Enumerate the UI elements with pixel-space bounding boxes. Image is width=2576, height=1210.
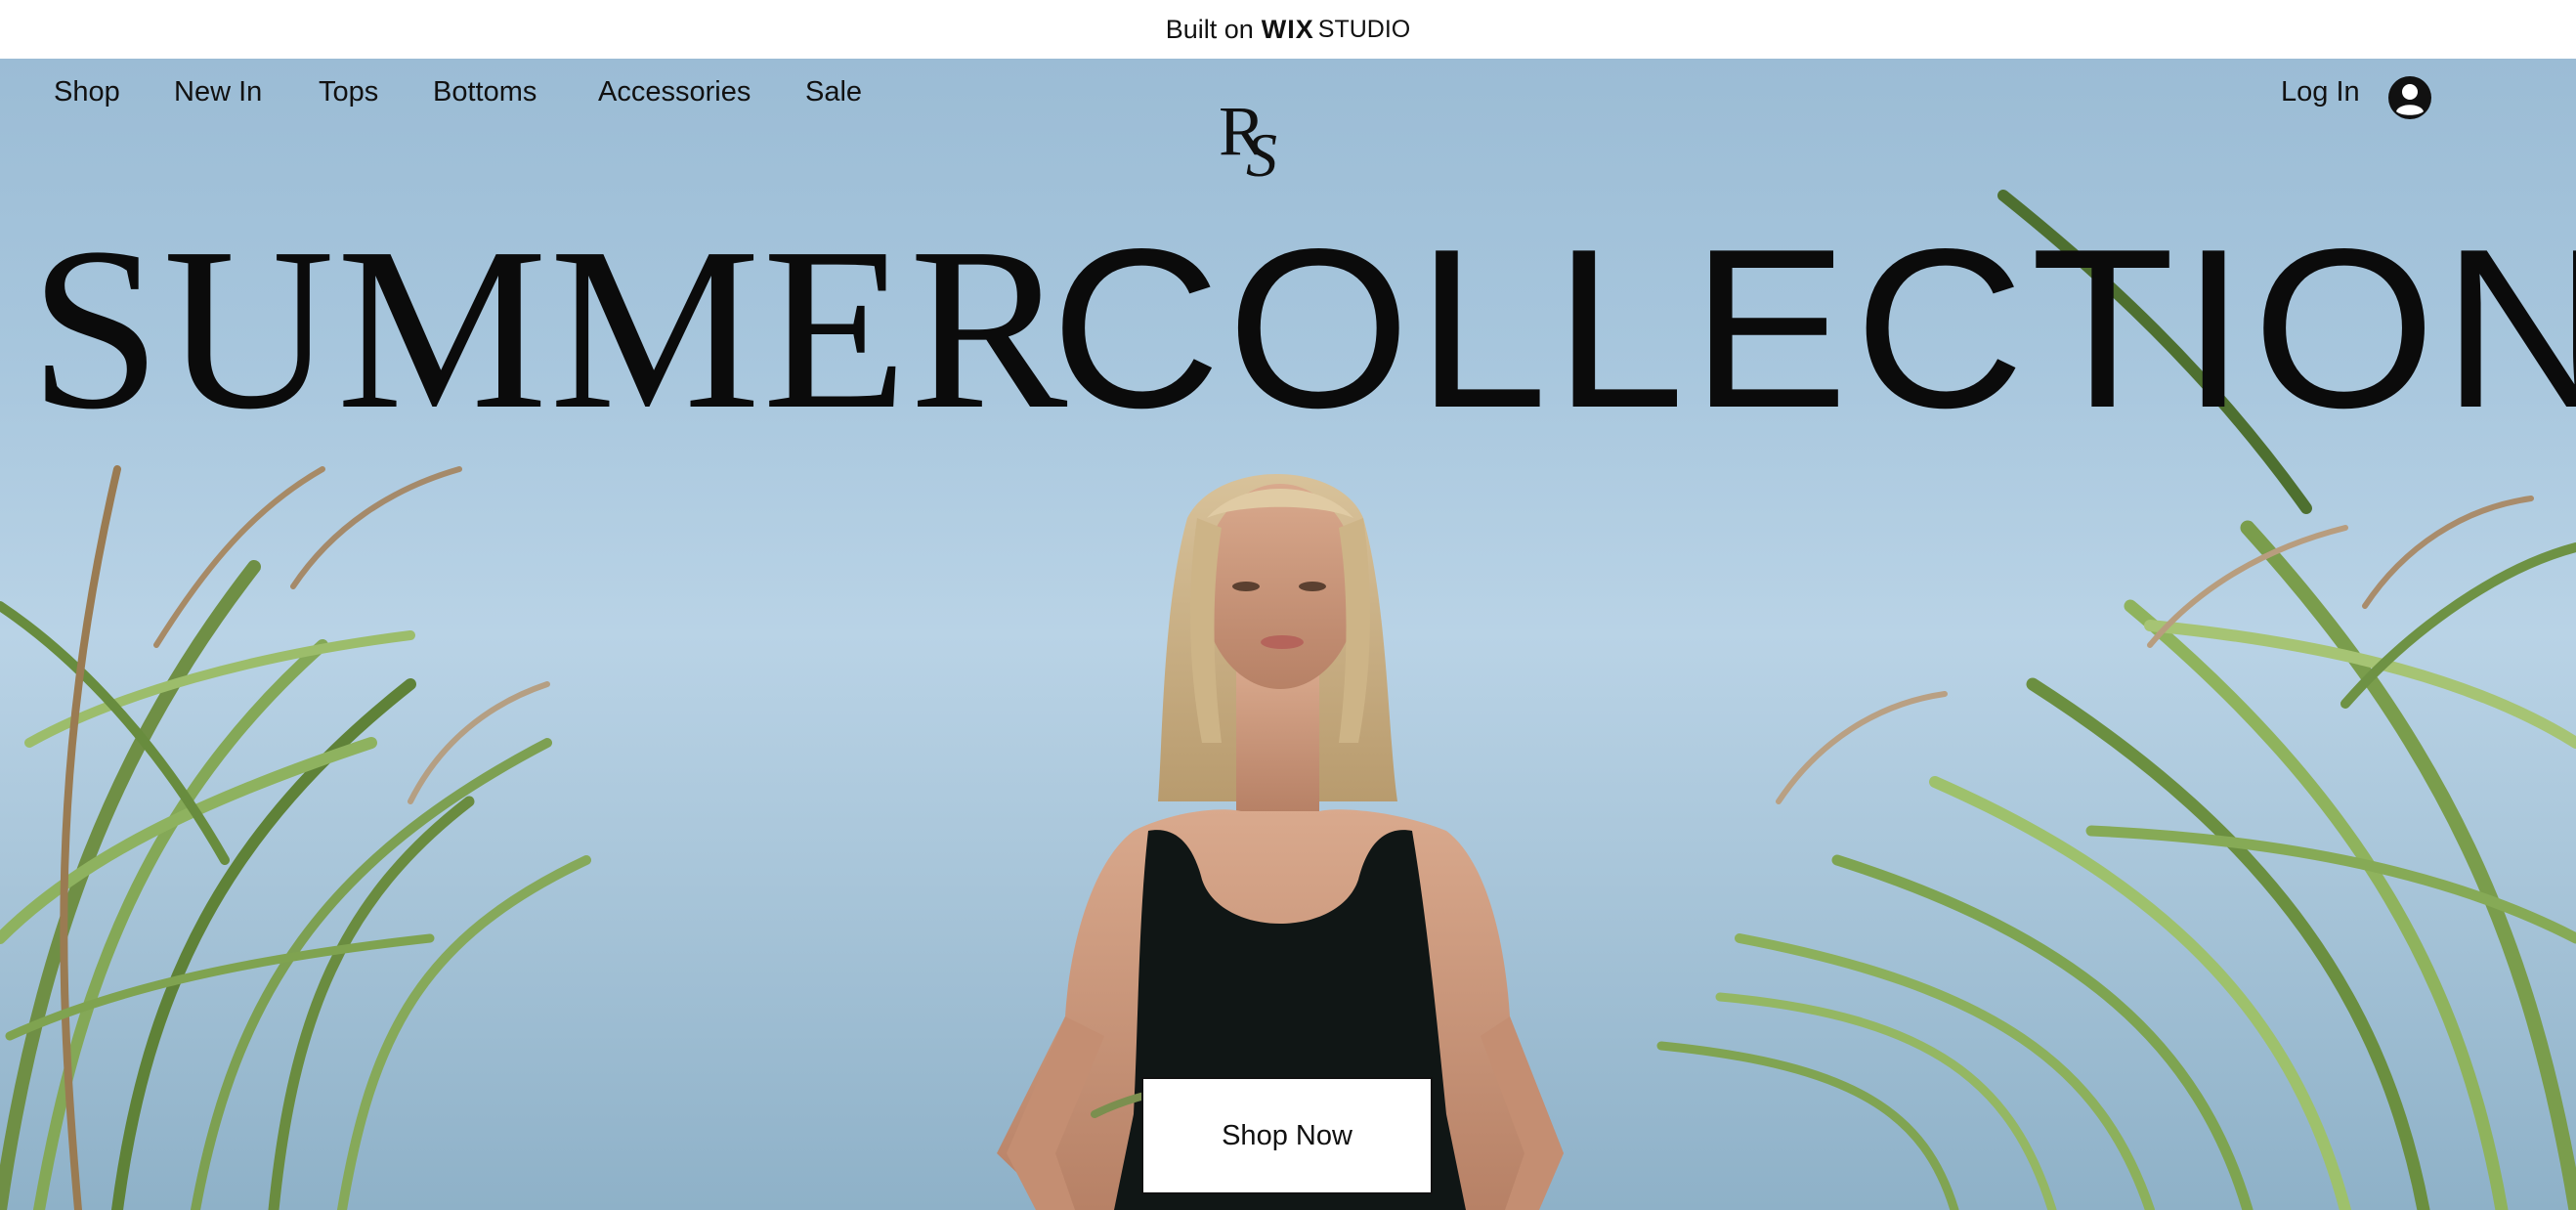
rs-monogram-icon: R S: [1219, 92, 1277, 190]
nav-item-new-in[interactable]: New In: [174, 76, 262, 108]
nav-item-accessories[interactable]: Accessories: [598, 76, 751, 108]
headline-collection: COLLECTION: [1051, 202, 2576, 455]
nav-item-shop[interactable]: Shop: [54, 76, 120, 108]
wix-banner[interactable]: Built on WIX STUDIO: [0, 0, 2576, 59]
login-link[interactable]: Log In: [2281, 76, 2360, 108]
banner-brand-studio: STUDIO: [1317, 15, 1411, 43]
banner-brand-wix: WIX: [1261, 14, 1314, 44]
banner-prefix: Built on: [1165, 14, 1254, 44]
brand-logo[interactable]: R S: [1217, 88, 1305, 190]
left-grass: [0, 465, 591, 1210]
nav-item-sale[interactable]: Sale: [805, 76, 862, 108]
svg-text:S: S: [1246, 120, 1277, 181]
shop-now-button[interactable]: Shop Now: [1141, 1077, 1433, 1194]
nav-item-bottoms[interactable]: Bottoms: [433, 76, 537, 108]
hero-headline: SUMMER COLLECTION: [29, 200, 2576, 457]
headline-summer: SUMMER: [29, 200, 1070, 457]
user-icon[interactable]: [2387, 75, 2432, 120]
nav-item-tops[interactable]: Tops: [319, 76, 378, 108]
